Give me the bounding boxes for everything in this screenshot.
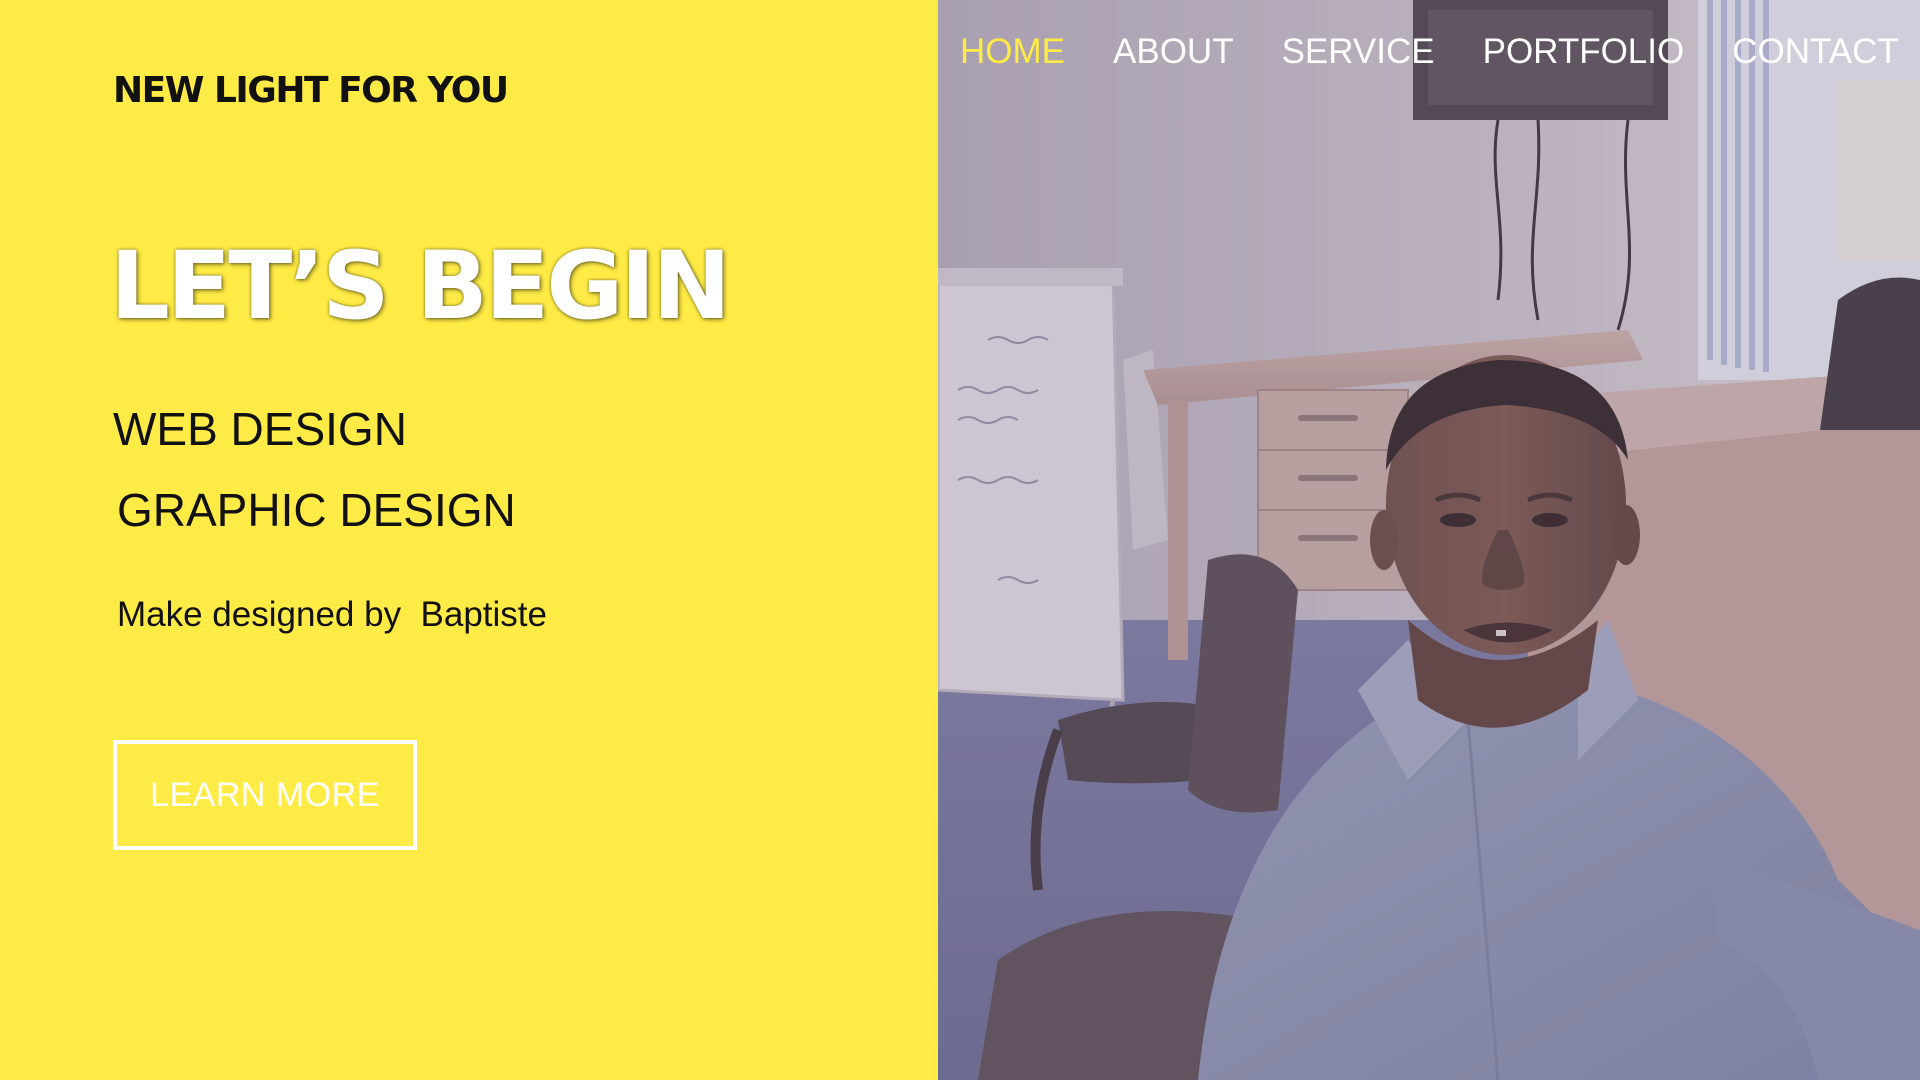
nav-item-home[interactable]: HOME: [960, 32, 1065, 72]
hero-title: LET’S BEGIN: [110, 232, 731, 341]
main-nav: HOME ABOUT SERVICE PORTFOLIO CONTACT: [960, 30, 1899, 74]
hero-panel: NEW LIGHT FOR YOU LET’S BEGIN WEB DESIGN…: [0, 0, 938, 1080]
landing-page: NEW LIGHT FOR YOU LET’S BEGIN WEB DESIGN…: [0, 0, 1920, 1080]
brand-logo-text[interactable]: NEW LIGHT FOR YOU: [113, 70, 509, 111]
service-web-design: WEB DESIGN: [113, 403, 407, 455]
nav-item-contact[interactable]: CONTACT: [1732, 32, 1899, 72]
office-photo-illustration: [938, 0, 1920, 1080]
service-graphic-design: GRAPHIC DESIGN: [117, 484, 516, 536]
designer-credit: Make designed by Baptiste: [117, 595, 547, 634]
nav-item-service[interactable]: SERVICE: [1282, 32, 1435, 72]
learn-more-label: LEARN MORE: [150, 775, 380, 814]
learn-more-button[interactable]: LEARN MORE: [113, 740, 417, 850]
hero-photo: [938, 0, 1920, 1080]
nav-item-about[interactable]: ABOUT: [1113, 32, 1234, 72]
nav-item-portfolio[interactable]: PORTFOLIO: [1483, 32, 1685, 72]
